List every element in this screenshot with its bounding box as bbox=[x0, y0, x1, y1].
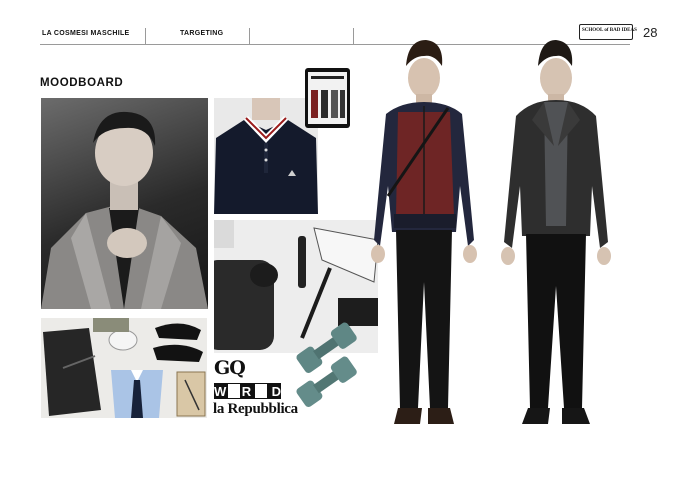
moodboard-title: MOODBOARD bbox=[40, 77, 124, 89]
slide-page: LA COSMESI MASCHILE TARGETING SCHOOL of … bbox=[0, 0, 685, 484]
photo-navy-polo bbox=[214, 98, 318, 214]
header-section-label: LA COSMESI MASCHILE bbox=[42, 30, 130, 37]
brand-logo-text: SCHOOL of BAD IDEAS bbox=[582, 28, 637, 33]
model-bomber-jacket bbox=[371, 40, 477, 424]
photo-man-in-coat bbox=[41, 98, 208, 309]
wired-logo: WIRED bbox=[214, 383, 282, 399]
header-divider bbox=[353, 28, 354, 44]
page-number: 28 bbox=[643, 25, 658, 40]
header-divider bbox=[249, 28, 250, 44]
header-subsection-label: TARGETING bbox=[180, 30, 224, 37]
models-photo bbox=[356, 36, 626, 446]
header-divider bbox=[145, 28, 146, 44]
photo-office-flatlay bbox=[41, 318, 207, 418]
gq-logo: GQ bbox=[214, 357, 246, 379]
dumbbells-image bbox=[292, 318, 364, 410]
tablet-product-image bbox=[305, 68, 350, 128]
model-dark-blazer bbox=[501, 40, 611, 424]
wired-logo-text: WIRED bbox=[214, 384, 281, 399]
repubblica-logo: la Repubblica bbox=[213, 401, 298, 417]
